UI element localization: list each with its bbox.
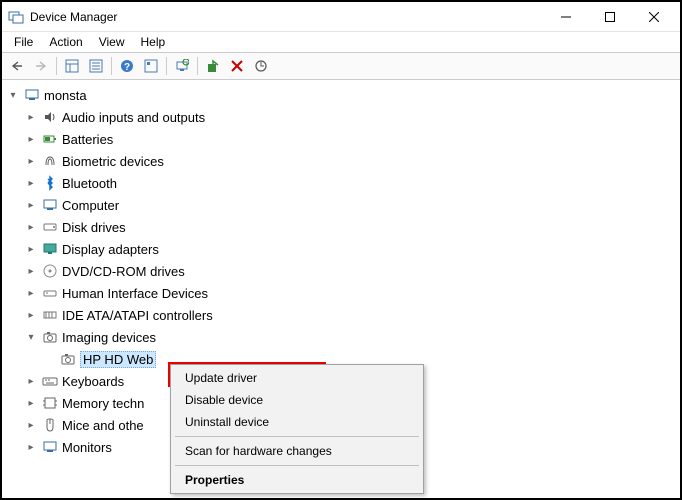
menu-view[interactable]: View (91, 33, 133, 51)
enable-device-icon[interactable] (202, 55, 224, 77)
chevron-down-icon[interactable]: ▾ (24, 330, 38, 344)
menu-file[interactable]: File (6, 33, 41, 51)
maximize-button[interactable] (588, 3, 632, 31)
ctx-uninstall-device[interactable]: Uninstall device (173, 411, 421, 433)
chevron-right-icon[interactable]: ▸ (24, 374, 38, 388)
camera-icon (42, 329, 58, 345)
chevron-right-icon[interactable]: ▸ (24, 242, 38, 256)
scan-hardware-icon[interactable] (171, 55, 193, 77)
tree-category-biometric[interactable]: ▸ Biometric devices (2, 150, 680, 172)
chevron-right-icon[interactable]: ▸ (24, 132, 38, 146)
chevron-right-icon[interactable]: ▸ (24, 110, 38, 124)
hid-icon (42, 285, 58, 301)
tree-category-display[interactable]: ▸ Display adapters (2, 238, 680, 260)
tree-category-ide[interactable]: ▸ IDE ATA/ATAPI controllers (2, 304, 680, 326)
chevron-right-icon[interactable]: ▸ (24, 176, 38, 190)
close-button[interactable] (632, 3, 676, 31)
keyboard-icon (42, 373, 58, 389)
ctx-update-driver[interactable]: Update driver (173, 367, 421, 389)
chevron-right-icon[interactable]: ▸ (24, 418, 38, 432)
chevron-right-icon[interactable]: ▸ (24, 440, 38, 454)
forward-arrow-icon[interactable] (30, 55, 52, 77)
show-hidden-icon[interactable] (61, 55, 83, 77)
computer-root-icon (24, 87, 40, 103)
chevron-right-icon[interactable]: ▸ (24, 220, 38, 234)
audio-icon (42, 109, 58, 125)
back-arrow-icon[interactable] (6, 55, 28, 77)
tree-root[interactable]: ▾ monsta (2, 84, 680, 106)
help-icon[interactable]: ? (116, 55, 138, 77)
tree-category-dvd[interactable]: ▸ DVD/CD-ROM drives (2, 260, 680, 282)
tree-category-batteries[interactable]: ▸ Batteries (2, 128, 680, 150)
toolbar-separator (197, 57, 198, 75)
ctx-properties[interactable]: Properties (173, 469, 421, 491)
tree-category-imaging[interactable]: ▾ Imaging devices (2, 326, 680, 348)
tree-category-computer[interactable]: ▸ Computer (2, 194, 680, 216)
minimize-button[interactable] (544, 3, 588, 31)
computer-icon (42, 197, 58, 213)
context-menu-separator (175, 436, 419, 437)
dvd-icon (42, 263, 58, 279)
svg-text:?: ? (124, 62, 130, 73)
display-icon (42, 241, 58, 257)
chevron-down-icon[interactable]: ▾ (6, 88, 20, 102)
disk-icon (42, 219, 58, 235)
tree-category-disk[interactable]: ▸ Disk drives (2, 216, 680, 238)
device-manager-icon (8, 9, 24, 25)
chevron-right-icon[interactable]: ▸ (24, 308, 38, 322)
chevron-right-icon[interactable]: ▸ (24, 264, 38, 278)
ctx-scan-hardware[interactable]: Scan for hardware changes (173, 440, 421, 462)
fingerprint-icon (42, 153, 58, 169)
tree-category-hid[interactable]: ▸ Human Interface Devices (2, 282, 680, 304)
chevron-right-icon[interactable]: ▸ (24, 198, 38, 212)
context-menu: Update driver Disable device Uninstall d… (170, 364, 424, 494)
action-icon[interactable] (140, 55, 162, 77)
webcam-icon (60, 351, 76, 367)
toolbar-separator (111, 57, 112, 75)
chevron-right-icon[interactable]: ▸ (24, 396, 38, 410)
chevron-right-icon[interactable]: ▸ (24, 154, 38, 168)
titlebar: Device Manager (2, 2, 680, 32)
toolbar-separator (166, 57, 167, 75)
toolbar-separator (56, 57, 57, 75)
tree-root-label: monsta (44, 88, 87, 103)
mouse-icon (42, 417, 58, 433)
bluetooth-icon (42, 175, 58, 191)
battery-icon (42, 131, 58, 147)
window-controls (544, 3, 676, 31)
toolbar: ? (2, 52, 680, 80)
update-driver-icon[interactable] (250, 55, 272, 77)
ide-icon (42, 307, 58, 323)
ctx-disable-device[interactable]: Disable device (173, 389, 421, 411)
memory-icon (42, 395, 58, 411)
monitor-icon (42, 439, 58, 455)
window-title: Device Manager (30, 10, 544, 24)
properties-icon[interactable] (85, 55, 107, 77)
menubar: File Action View Help (2, 32, 680, 52)
menu-action[interactable]: Action (41, 33, 90, 51)
tree-category-bluetooth[interactable]: ▸ Bluetooth (2, 172, 680, 194)
uninstall-icon[interactable] (226, 55, 248, 77)
chevron-right-icon[interactable]: ▸ (24, 286, 38, 300)
menu-help[interactable]: Help (133, 33, 174, 51)
selected-device-label: HP HD Web (80, 351, 156, 368)
context-menu-separator (175, 465, 419, 466)
tree-category-audio[interactable]: ▸ Audio inputs and outputs (2, 106, 680, 128)
